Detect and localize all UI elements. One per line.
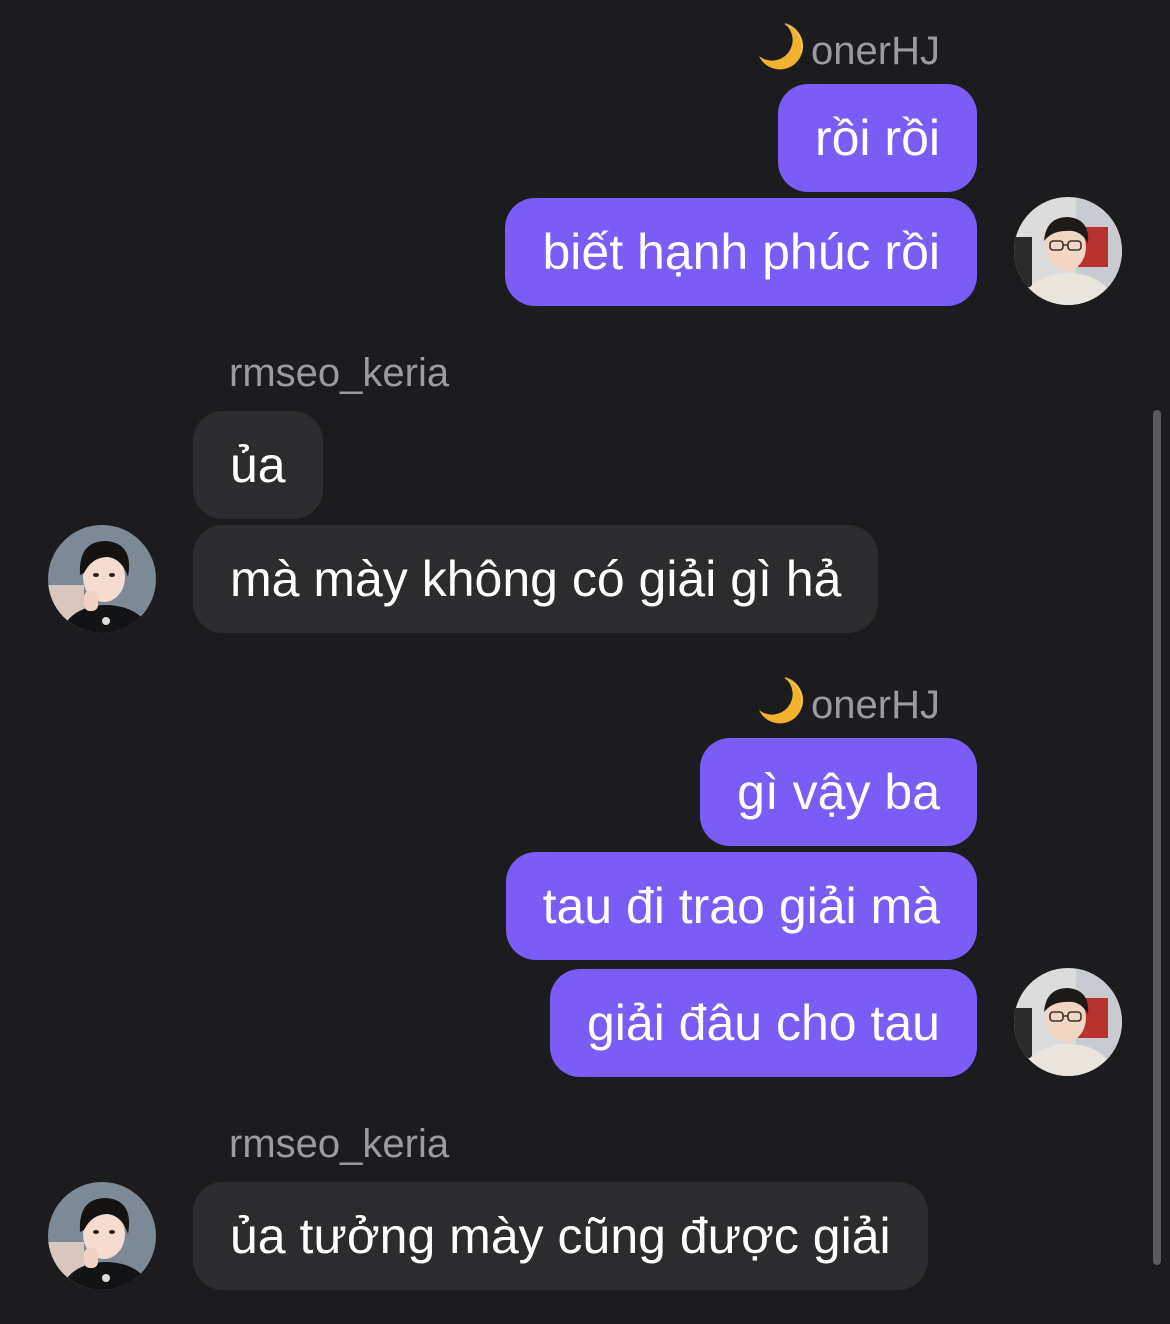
sender-name-text: onerHJ bbox=[811, 29, 940, 73]
message-text: ủa bbox=[230, 437, 286, 493]
avatar-image bbox=[48, 525, 156, 633]
avatar[interactable] bbox=[48, 1182, 156, 1290]
sender-name: onerHJ bbox=[753, 674, 940, 730]
message-bubble[interactable]: ủa bbox=[193, 411, 323, 519]
message-text: giải đâu cho tau bbox=[586, 995, 940, 1051]
message-text: gì vậy ba bbox=[737, 764, 940, 820]
message-bubble[interactable]: tau đi trao giải mà bbox=[505, 852, 977, 960]
message-text: rồi rồi bbox=[814, 110, 940, 166]
sender-name: onerHJ bbox=[753, 20, 940, 76]
sender-name: rmseo_keria bbox=[229, 351, 450, 395]
avatar[interactable] bbox=[1014, 968, 1122, 1076]
avatar-image bbox=[48, 1182, 156, 1290]
avatar-image bbox=[1014, 968, 1122, 1076]
message-bubble[interactable]: rồi rồi bbox=[777, 84, 977, 192]
sender-name-text: onerHJ bbox=[811, 683, 940, 727]
scrollbar[interactable] bbox=[1153, 410, 1161, 1265]
chat-thread: onerHJ rồi rồi biết hạnh phúc rồi rmseo_… bbox=[0, 0, 1170, 1324]
avatar-image bbox=[1014, 197, 1122, 305]
message-text: biết hạnh phúc rồi bbox=[542, 224, 940, 280]
message-bubble[interactable]: gì vậy ba bbox=[700, 738, 977, 846]
crescent-moon-icon bbox=[753, 674, 807, 728]
message-bubble[interactable]: biết hạnh phúc rồi bbox=[505, 198, 977, 306]
message-text: mà mày không có giải gì hả bbox=[230, 551, 842, 607]
crescent-moon-icon bbox=[753, 20, 807, 74]
message-text: ủa tưởng mày cũng được giải bbox=[230, 1208, 891, 1264]
message-bubble[interactable]: giải đâu cho tau bbox=[549, 969, 977, 1077]
message-bubble[interactable]: ủa tưởng mày cũng được giải bbox=[193, 1182, 928, 1290]
message-text: tau đi trao giải mà bbox=[542, 878, 940, 934]
sender-name: rmseo_keria bbox=[229, 1122, 450, 1166]
message-bubble[interactable]: mà mày không có giải gì hả bbox=[193, 525, 879, 633]
avatar[interactable] bbox=[1014, 197, 1122, 305]
avatar[interactable] bbox=[48, 525, 156, 633]
